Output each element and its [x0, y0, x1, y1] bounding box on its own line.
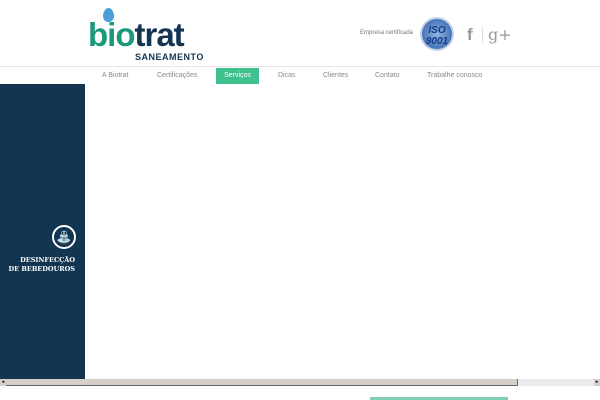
logo-trat: trat [134, 16, 184, 53]
service-title-line2: DE BEBEDOUROS [8, 265, 75, 273]
horizontal-scrollbar[interactable]: ◂ ▸ [0, 379, 600, 386]
service-title-line1: DESINFECÇÃO [20, 256, 75, 264]
divider [482, 27, 483, 43]
nav-a-biotrat[interactable]: A Biotrat [94, 68, 136, 84]
nav-clientes[interactable]: Clientes [315, 68, 356, 84]
certified-label: Empresa certificada [360, 30, 414, 36]
nav-certificacoes[interactable]: Certificações [149, 68, 205, 84]
drinking-fountain-icon: ⛲ [52, 225, 76, 249]
facebook-icon[interactable]: f [467, 25, 473, 45]
nav-servicos[interactable]: Serviços [216, 68, 259, 84]
scrollbar-thumb[interactable] [6, 379, 518, 386]
biotrat-logo[interactable]: biotrat SANEAMENTO [88, 8, 208, 62]
nav-trabalhe-conosco[interactable]: Trabalhe conosco [419, 68, 490, 84]
iso-9001-badge: ISO 9001 [420, 17, 454, 51]
nav-dicas[interactable]: Dicas [270, 68, 304, 84]
nav-contato[interactable]: Contato [367, 68, 408, 84]
scroll-right-arrow-icon[interactable]: ▸ [594, 379, 600, 386]
service-sidebar[interactable]: ⛲ DESINFECÇÃO DE BEBEDOUROS [0, 84, 85, 380]
logo-subtitle: SANEAMENTO [135, 52, 204, 62]
google-plus-icon[interactable]: g+ [488, 25, 512, 44]
service-title: DESINFECÇÃO DE BEBEDOUROS [9, 256, 75, 274]
logo-bio: bio [88, 16, 135, 53]
main-nav: A Biotrat Certificações Serviços Dicas C… [0, 66, 600, 85]
